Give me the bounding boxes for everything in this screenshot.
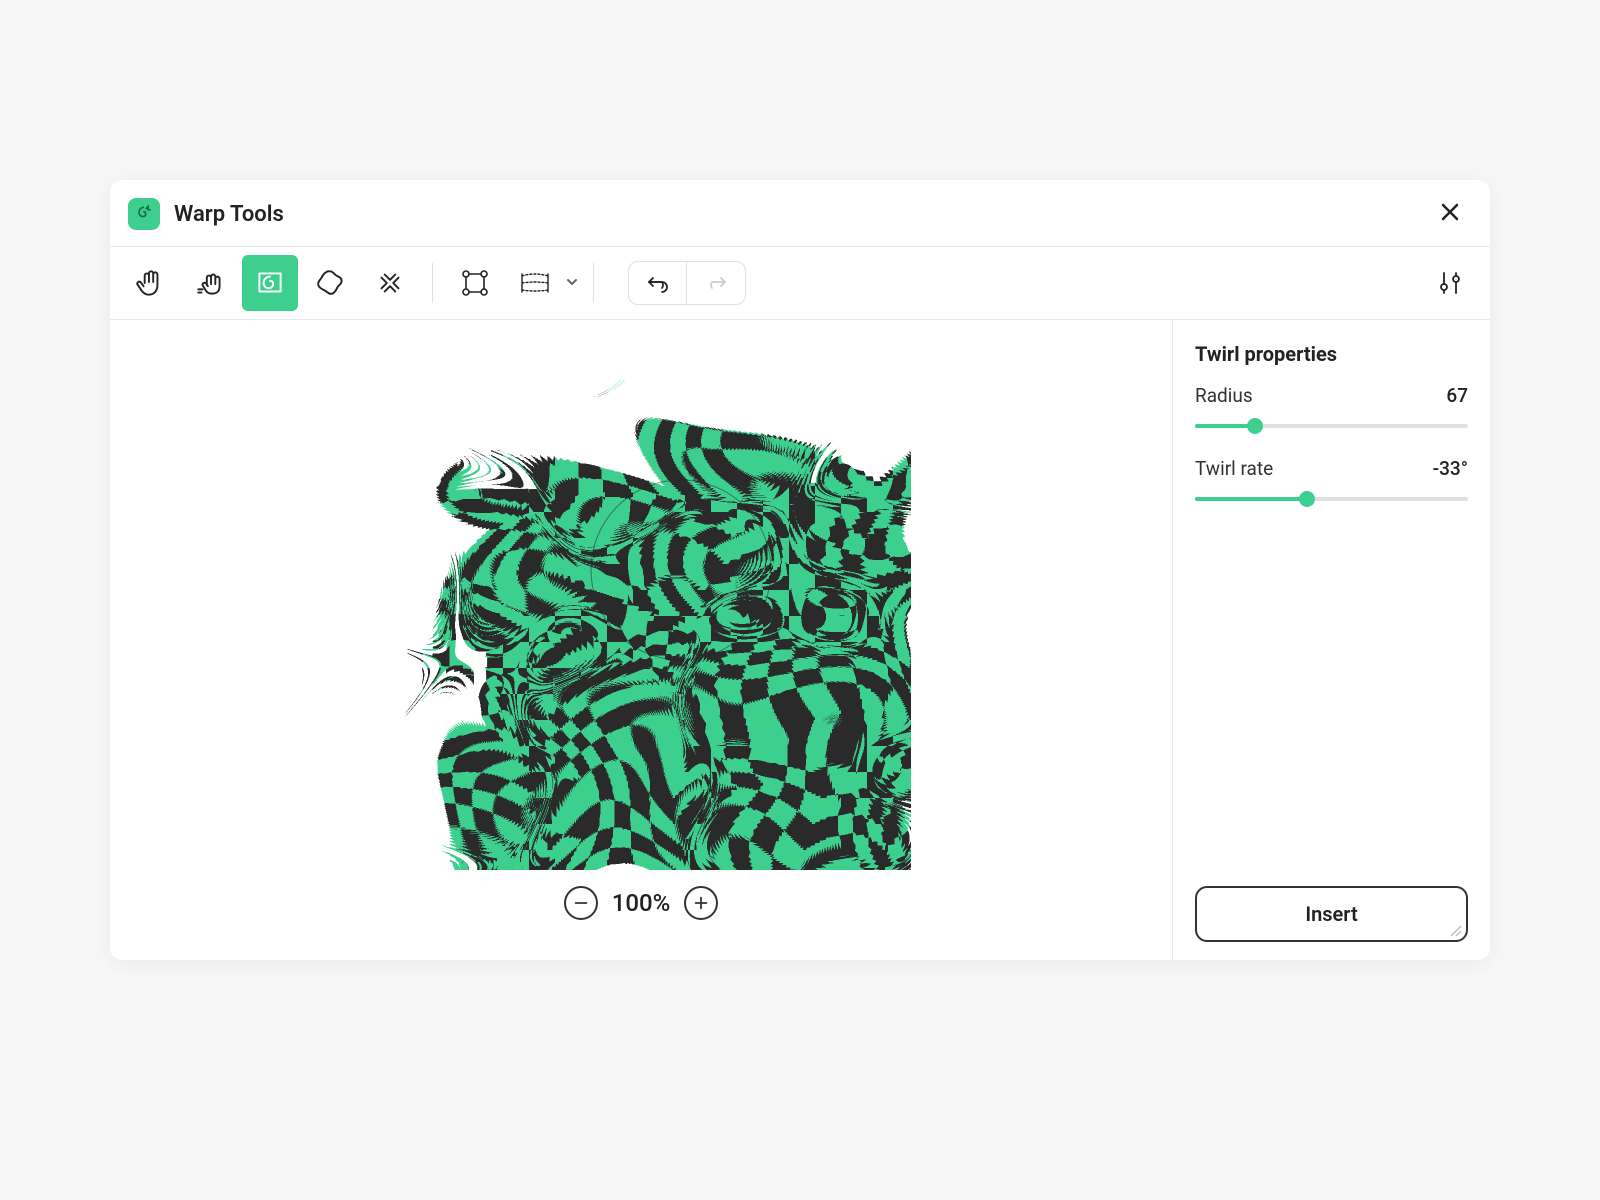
- twirl-rate-slider-thumb[interactable]: [1299, 491, 1315, 507]
- settings-button[interactable]: [1422, 255, 1478, 311]
- close-button[interactable]: [1434, 196, 1466, 232]
- tool-twirl[interactable]: [242, 255, 298, 311]
- toolbar: [110, 247, 1490, 320]
- twirl-rate-label: Twirl rate: [1195, 457, 1273, 480]
- app-icon: [128, 198, 160, 230]
- radius-slider-thumb[interactable]: [1247, 418, 1263, 434]
- properties-panel: Twirl properties Radius 67 Twirl rate -3…: [1172, 320, 1490, 960]
- zoom-out-button[interactable]: [564, 886, 598, 920]
- redo-button[interactable]: [687, 262, 745, 304]
- warped-image: [371, 380, 911, 870]
- radius-slider-fill: [1195, 424, 1255, 428]
- zoom-in-button[interactable]: [684, 886, 718, 920]
- tool-hand[interactable]: [122, 255, 178, 311]
- canvas[interactable]: [371, 380, 911, 870]
- toolbar-divider-2: [593, 263, 594, 303]
- radius-label: Radius: [1195, 384, 1253, 407]
- canvas-area[interactable]: 100%: [110, 320, 1172, 960]
- property-twirl-rate: Twirl rate -33°: [1195, 457, 1468, 510]
- resize-handle[interactable]: [1448, 922, 1462, 936]
- radius-value: 67: [1446, 384, 1468, 407]
- undo-button[interactable]: [629, 262, 687, 304]
- mode-mesh[interactable]: [447, 255, 503, 311]
- zoom-controls: 100%: [564, 886, 719, 920]
- mode-grid[interactable]: [507, 255, 563, 311]
- zoom-value: 100%: [612, 889, 671, 917]
- panel-body: 100% Twirl properties Radius 67: [110, 320, 1490, 960]
- window-title: Warp Tools: [174, 202, 284, 227]
- tool-bloat[interactable]: [302, 255, 358, 311]
- twirl-rate-slider[interactable]: [1195, 488, 1468, 510]
- properties-title: Twirl properties: [1195, 342, 1468, 366]
- radius-slider[interactable]: [1195, 415, 1468, 437]
- insert-button[interactable]: Insert: [1195, 886, 1468, 942]
- tool-shatter[interactable]: [362, 255, 418, 311]
- titlebar: Warp Tools: [110, 180, 1490, 247]
- twirl-rate-slider-fill: [1195, 497, 1307, 501]
- tool-smudge[interactable]: [182, 255, 238, 311]
- undo-redo-group: [628, 261, 746, 305]
- twirl-rate-value: -33°: [1433, 457, 1468, 480]
- warp-tools-panel: Warp Tools: [110, 180, 1490, 960]
- grid-dropdown[interactable]: [565, 274, 579, 293]
- property-radius: Radius 67: [1195, 384, 1468, 437]
- titlebar-left: Warp Tools: [128, 198, 284, 230]
- toolbar-divider: [432, 263, 433, 303]
